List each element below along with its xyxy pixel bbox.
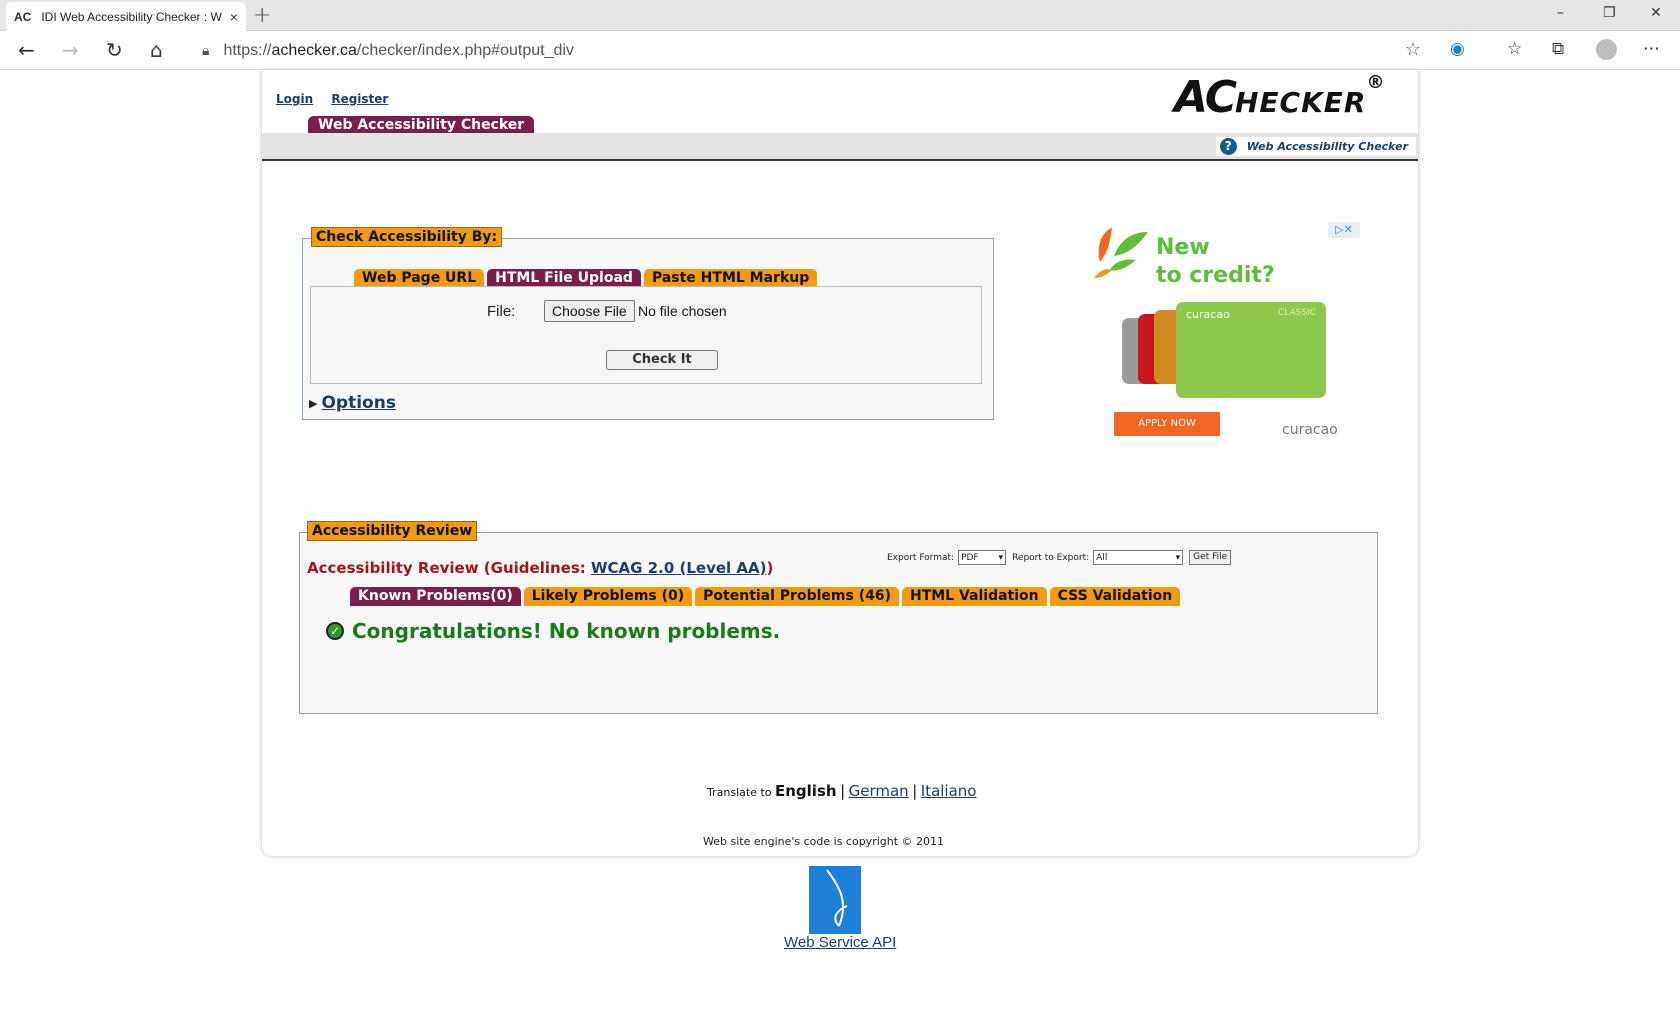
adchoices-icon[interactable]: ▷✕ xyxy=(1328,222,1360,238)
copyright-text: Web site engine's code is copyright © 20… xyxy=(703,835,945,848)
ad-headline: New to credit? xyxy=(1156,235,1275,288)
file-label: File: xyxy=(487,303,516,320)
translate-bar: Translate to English | German | Italiano xyxy=(707,782,977,800)
accessibility-review-fieldset: Accessibility Review Accessibility Revie… xyxy=(299,521,1378,714)
options-toggle[interactable]: ▶ Options xyxy=(309,393,396,413)
home-icon[interactable]: ⌂ xyxy=(150,38,163,62)
ad-card-green: curacao CLASSIC xyxy=(1176,302,1326,398)
checkmark-icon: ✓ xyxy=(326,622,344,640)
help-link[interactable]: ? Web Accessibility Checker xyxy=(1215,137,1416,156)
tab-html-validation[interactable]: HTML Validation xyxy=(901,587,1047,606)
tab-css-validation[interactable]: CSS Validation xyxy=(1049,587,1181,606)
export-format-select[interactable]: PDF ▾ xyxy=(958,550,1007,565)
edge-extension-icon[interactable]: ◉ xyxy=(1450,39,1465,59)
close-window-icon[interactable]: ✕ xyxy=(1650,5,1662,21)
choose-file-button[interactable]: Choose File xyxy=(544,300,635,322)
export-controls: Export Format: PDF ▾ Report to Export: Al… xyxy=(887,550,1232,565)
advertisement[interactable]: ▷✕ New to credit? curacao CLASSIC APPLY … xyxy=(1090,222,1360,442)
url-host: achecker.ca xyxy=(271,41,357,59)
back-icon[interactable]: ← xyxy=(18,38,35,62)
check-it-button[interactable]: Check It xyxy=(606,350,718,370)
success-message: ✓ Congratulations! No known problems. xyxy=(326,619,780,643)
chevron-down-icon: ▾ xyxy=(1175,552,1181,563)
more-icon[interactable]: ⋯ xyxy=(1643,39,1660,59)
get-file-button[interactable]: Get File xyxy=(1189,550,1232,565)
favorites-icon[interactable]: ☆ xyxy=(1507,39,1522,59)
favorite-star-icon[interactable]: ☆ xyxy=(1405,39,1421,60)
url-prefix: https:// xyxy=(223,41,272,59)
browser-toolbar: ← → ↻ ⌂ 🔒︎ https://achecker.ca/checker/i… xyxy=(0,32,1680,70)
export-format-label: Export Format: xyxy=(887,552,955,563)
tab-likely-problems[interactable]: Likely Problems (0) xyxy=(523,587,693,606)
forward-icon[interactable]: → xyxy=(62,38,79,62)
collections-icon[interactable]: ⧉ xyxy=(1552,39,1564,59)
address-bar[interactable]: 🔒︎ https://achecker.ca/checker/index.php… xyxy=(188,35,1433,66)
options-link[interactable]: Options xyxy=(321,393,395,413)
ad-leaf-icon xyxy=(1094,228,1148,278)
achecker-logo: ACHECKER® xyxy=(1174,72,1385,123)
browser-tabstrip: AC IDI Web Accessibility Checker : W × +… xyxy=(0,0,1680,31)
chevron-down-icon: ▾ xyxy=(998,552,1004,563)
login-link[interactable]: Login xyxy=(276,92,313,106)
page-container: Login Register ACHECKER® Web Accessibili… xyxy=(262,70,1418,856)
browser-tab[interactable]: AC IDI Web Accessibility Checker : W × xyxy=(6,2,246,31)
lock-icon[interactable]: 🔒︎ xyxy=(202,42,209,59)
no-file-chosen: No file chosen xyxy=(638,303,727,319)
check-accessibility-fieldset: Check Accessibility By: Web Page URL HTM… xyxy=(302,227,994,420)
language-italiano-link[interactable]: Italiano xyxy=(921,782,977,800)
minimize-icon[interactable]: – xyxy=(1557,5,1564,21)
tab-favicon: AC xyxy=(14,9,32,24)
review-tabs: Known Problems(0) Likely Problems (0) Po… xyxy=(350,587,1183,606)
accessibility-review-legend: Accessibility Review xyxy=(307,521,478,541)
review-guidelines-title: Accessibility Review (Guidelines: WCAG 2… xyxy=(307,559,774,577)
wcag-guideline-link[interactable]: WCAG 2.0 (Level AA) xyxy=(591,559,766,577)
restore-icon[interactable]: ❐ xyxy=(1603,5,1616,21)
apply-now-button[interactable]: APPLY NOW xyxy=(1114,412,1220,436)
check-accessibility-legend: Check Accessibility By: xyxy=(311,227,503,247)
web-service-api-logo[interactable] xyxy=(809,866,861,934)
language-german-link[interactable]: German xyxy=(849,782,909,800)
translate-label: Translate to xyxy=(707,786,772,799)
profile-icon[interactable] xyxy=(1596,39,1617,60)
tab-known-problems[interactable]: Known Problems(0) xyxy=(350,587,521,606)
current-language: English xyxy=(775,782,837,800)
ad-brand: curacao xyxy=(1282,422,1338,438)
report-export-select[interactable]: All ▾ xyxy=(1093,550,1184,565)
help-link-label: Web Accessibility Checker xyxy=(1246,140,1408,153)
tab-title: IDI Web Accessibility Checker : W xyxy=(41,9,222,24)
tab-potential-problems[interactable]: Potential Problems (46) xyxy=(695,587,899,606)
refresh-icon[interactable]: ↻ xyxy=(106,38,123,62)
header-bar: ? Web Accessibility Checker xyxy=(262,133,1418,161)
new-tab-icon[interactable]: + xyxy=(253,3,271,28)
file-upload-panel: File: Choose File No file chosen Check I… xyxy=(310,286,982,384)
web-service-api-link[interactable]: Web Service API xyxy=(784,934,896,951)
help-icon: ? xyxy=(1219,138,1237,155)
tab-close-icon[interactable]: × xyxy=(230,9,238,25)
web-service-api-graphic xyxy=(826,869,848,927)
success-message-text: Congratulations! No known problems. xyxy=(352,619,781,643)
register-link[interactable]: Register xyxy=(331,92,388,106)
report-export-label: Report to Export: xyxy=(1012,552,1090,563)
url-path: /checker/index.php#output_div xyxy=(356,41,574,59)
expand-triangle-icon: ▶ xyxy=(309,396,318,410)
auth-links: Login Register xyxy=(276,92,402,106)
